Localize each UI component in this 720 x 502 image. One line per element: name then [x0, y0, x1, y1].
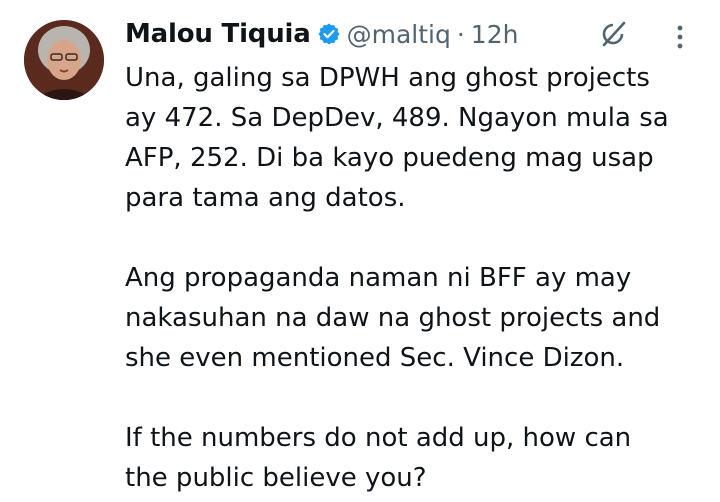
- tweet[interactable]: Malou Tiquia @maltiq · 12h Una, galing s…: [0, 0, 720, 502]
- tweet-body: Una, galing sa DPWH ang ghost projects a…: [125, 58, 715, 498]
- tweet-header: Malou Tiquia @maltiq · 12h: [125, 14, 518, 54]
- tweet-line: para tama ang datos.: [125, 183, 406, 213]
- tweet-timestamp[interactable]: 12h: [471, 20, 519, 49]
- tweet-line: nakasuhan na daw na ghost projects and: [125, 303, 661, 333]
- tweet-line: she even mentioned Sec. Vince Dizon.: [125, 343, 625, 373]
- author-handle[interactable]: @maltiq: [347, 20, 451, 49]
- verified-badge-icon: [317, 22, 341, 46]
- tweet-line: ay 472. Sa DepDev, 489. Ngayon mula sa: [125, 103, 669, 133]
- tweet-line: Una, galing sa DPWH ang ghost projects: [125, 63, 650, 93]
- tweet-line: AFP, 252. Di ba kayo puedeng mag usap: [125, 143, 654, 173]
- grok-icon[interactable]: [598, 19, 628, 49]
- tweet-line: If the numbers do not add up, how can: [125, 423, 632, 453]
- more-vertical-icon[interactable]: [670, 22, 690, 52]
- tweet-line: Ang propaganda naman ni BFF ay may: [125, 263, 632, 293]
- author-name[interactable]: Malou Tiquia: [125, 19, 311, 49]
- tweet-line: the public believe you?: [125, 463, 427, 493]
- avatar[interactable]: [24, 20, 104, 100]
- separator-dot: ·: [456, 19, 465, 49]
